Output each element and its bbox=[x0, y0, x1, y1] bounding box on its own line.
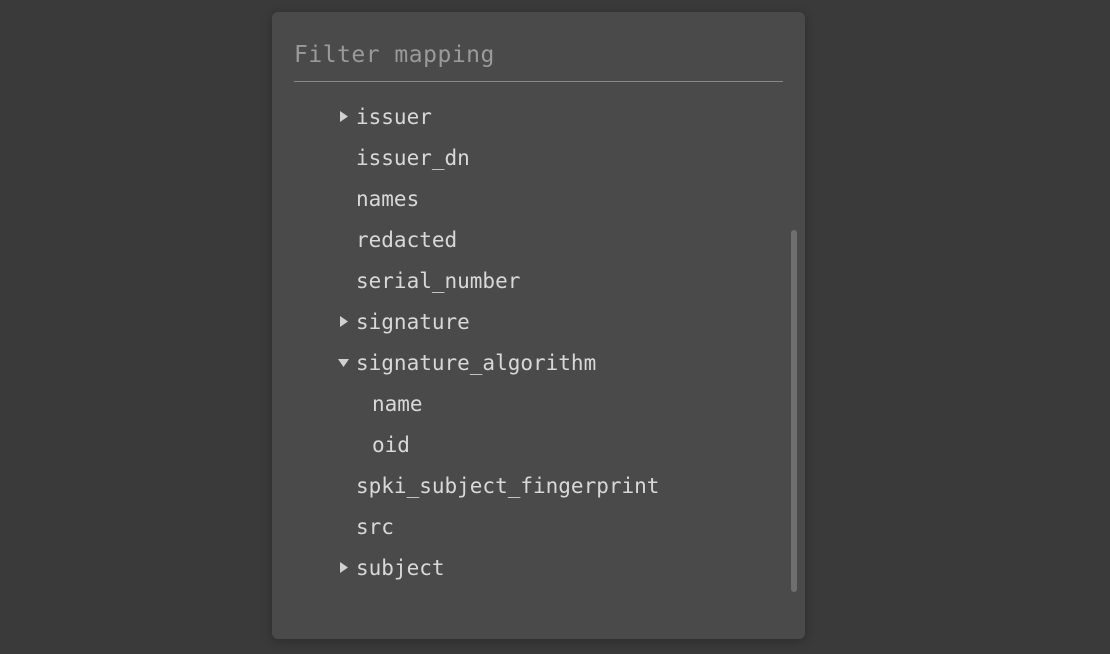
tree-item-issuer[interactable]: issuer bbox=[292, 96, 787, 137]
filter-mapping-panel: issuer issuer_dnnames redacted serial_numbe… bbox=[272, 12, 805, 639]
tree-item-issuer-dn[interactable]: issuer_dn bbox=[292, 137, 787, 178]
caret-down-icon[interactable] bbox=[334, 357, 352, 368]
caret-right-icon[interactable] bbox=[334, 111, 352, 122]
tree-item-label: signature_algorithm bbox=[356, 351, 596, 375]
scrollbar-track[interactable] bbox=[791, 96, 797, 621]
caret-placeholder-icon bbox=[334, 480, 352, 491]
caret-placeholder-icon bbox=[334, 152, 352, 163]
caret-right-icon[interactable] bbox=[334, 562, 352, 573]
caret-placeholder-icon bbox=[334, 234, 352, 245]
tree-viewport: issuer issuer_dnnames redacted serial_numbe… bbox=[292, 96, 801, 621]
tree-item-signature[interactable]: signature bbox=[292, 301, 787, 342]
tree-item-signature-algorithm[interactable]: signature_algorithm bbox=[292, 342, 787, 383]
tree-item-name[interactable]: name bbox=[292, 383, 787, 424]
caret-placeholder-icon bbox=[334, 275, 352, 286]
tree-item-label: oid bbox=[372, 433, 410, 457]
tree-item-label: serial_number bbox=[356, 269, 520, 293]
caret-placeholder-icon bbox=[350, 398, 368, 409]
tree-item-src[interactable]: src bbox=[292, 506, 787, 547]
caret-placeholder-icon bbox=[350, 439, 368, 450]
filter-wrap bbox=[272, 12, 805, 82]
caret-right-icon[interactable] bbox=[334, 316, 352, 327]
caret-placeholder-icon bbox=[334, 521, 352, 532]
tree-item-label: names bbox=[356, 187, 419, 211]
tree-item-serial-number[interactable]: serial_number bbox=[292, 260, 787, 301]
tree-item-label: signature bbox=[356, 310, 470, 334]
tree-item-names[interactable]: names bbox=[292, 178, 787, 219]
tree-item-label: name bbox=[372, 392, 423, 416]
tree-item-spki-subject-fingerprint[interactable]: spki_subject_fingerprint bbox=[292, 465, 787, 506]
tree-item-redacted[interactable]: redacted bbox=[292, 219, 787, 260]
caret-placeholder-icon bbox=[334, 193, 352, 204]
tree-item-label: subject bbox=[356, 556, 445, 580]
tree-item-label: redacted bbox=[356, 228, 457, 252]
tree-item-label: issuer_dn bbox=[356, 146, 470, 170]
tree-item-label: src bbox=[356, 515, 394, 539]
tree-item-oid[interactable]: oid bbox=[292, 424, 787, 465]
tree-item-subject[interactable]: subject bbox=[292, 547, 787, 588]
mapping-tree: issuer issuer_dnnames redacted serial_numbe… bbox=[292, 96, 801, 621]
tree-item-label: issuer bbox=[356, 105, 432, 129]
scrollbar-thumb[interactable] bbox=[791, 230, 797, 592]
tree-item-label: spki_subject_fingerprint bbox=[356, 474, 659, 498]
filter-input[interactable] bbox=[294, 34, 783, 82]
